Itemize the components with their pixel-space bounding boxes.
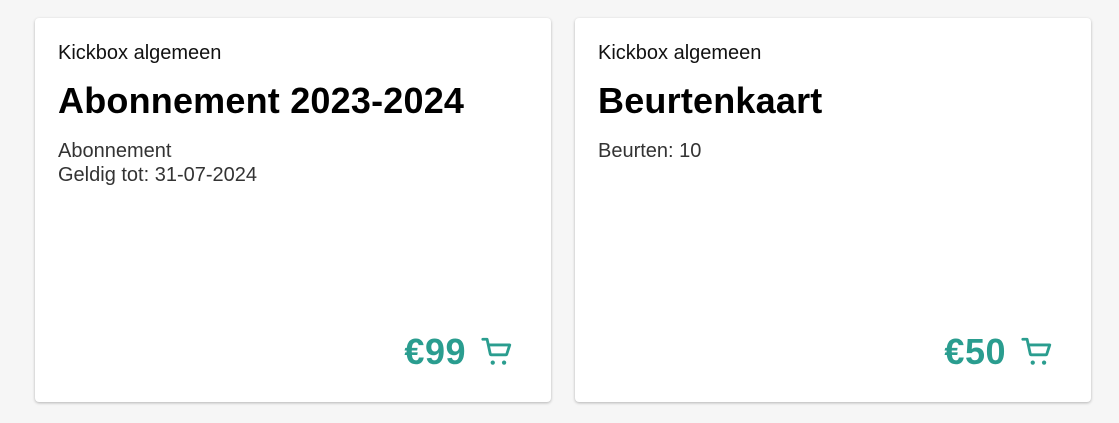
product-price: €50 xyxy=(944,331,1006,372)
product-title: Abonnement 2023-2024 xyxy=(58,80,465,121)
add-to-cart-button[interactable] xyxy=(480,335,514,369)
product-details: Abonnement Geldig tot: 31-07-2024 xyxy=(58,139,528,187)
cart-icon xyxy=(481,337,512,365)
product-card-abonnement: Kickbox algemeen Abonnement 2023-2024 Ab… xyxy=(35,18,551,402)
add-to-cart-button[interactable] xyxy=(1020,335,1054,369)
product-detail-line: Geldig tot: 31-07-2024 xyxy=(58,164,258,186)
product-category: Kickbox algemeen xyxy=(58,42,222,64)
product-footer: €50 xyxy=(944,332,1054,372)
product-footer: €99 xyxy=(404,332,514,372)
product-details: Beurten: 10 xyxy=(598,139,1068,163)
product-detail-line: Abonnement xyxy=(58,140,172,162)
product-card-beurtenkaart: Kickbox algemeen Beurtenkaart Beurten: 1… xyxy=(575,18,1091,402)
product-grid: Kickbox algemeen Abonnement 2023-2024 Ab… xyxy=(35,18,1091,402)
product-detail-line: Beurten: 10 xyxy=(598,140,702,162)
product-title: Beurtenkaart xyxy=(598,80,823,121)
product-category: Kickbox algemeen xyxy=(598,42,762,64)
cart-icon xyxy=(1021,337,1052,365)
product-price: €99 xyxy=(404,331,466,372)
